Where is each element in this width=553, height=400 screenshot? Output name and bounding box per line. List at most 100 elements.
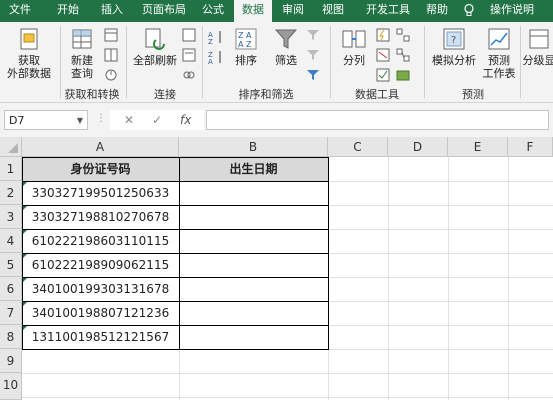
insert-function-icon[interactable]: fx: [180, 110, 191, 130]
recent-sources-icon[interactable]: [104, 68, 118, 82]
formula-bar: D7 ▼ ⋮ ✕ ✓ fx: [0, 103, 553, 137]
reapply-icon[interactable]: [306, 48, 320, 62]
table-cell-date[interactable]: [179, 181, 328, 205]
row-header-7[interactable]: 7: [0, 301, 22, 325]
table-cell-id[interactable]: 330327198810270678: [22, 205, 179, 229]
tab-formulas[interactable]: 公式: [196, 0, 230, 22]
sort-ascending-icon[interactable]: AZ: [208, 30, 226, 44]
show-queries-icon[interactable]: [104, 28, 118, 42]
column-header-f[interactable]: F: [508, 137, 553, 157]
name-box[interactable]: D7 ▼: [4, 110, 88, 130]
properties-icon[interactable]: [182, 48, 196, 62]
sort-descending-icon[interactable]: ZA: [208, 50, 226, 64]
edit-links-icon[interactable]: [182, 68, 196, 82]
column-header-a[interactable]: A: [22, 137, 179, 157]
table-divider: [22, 229, 329, 230]
table-divider: [22, 301, 329, 302]
tab-page-layout[interactable]: 页面布局: [136, 0, 192, 22]
id-value: 340100199303131678: [31, 282, 170, 296]
gridline: [328, 181, 553, 182]
id-value: 340100198807121236: [31, 306, 170, 320]
svg-text:A: A: [208, 58, 213, 64]
sort-button[interactable]: Z A A Z 排序: [228, 26, 264, 67]
row-header-8[interactable]: 8: [0, 325, 22, 349]
text-to-columns-button[interactable]: 分列: [334, 26, 374, 67]
row-header-1[interactable]: 1: [0, 157, 22, 181]
relationships-icon[interactable]: [396, 48, 410, 62]
connections-icon[interactable]: [182, 28, 196, 42]
table-cell-date[interactable]: [179, 325, 328, 349]
tab-review[interactable]: 审阅: [278, 0, 308, 22]
forecast-sheet-button[interactable]: 预测 工作表: [480, 26, 518, 80]
table-cell-date[interactable]: [179, 301, 328, 325]
row-header-5[interactable]: 5: [0, 253, 22, 277]
group-separator: [520, 26, 521, 98]
id-value: 610222198603110115: [31, 234, 170, 248]
table-cell-id[interactable]: 340100198807121236: [22, 301, 179, 325]
manage-data-model-icon[interactable]: [396, 68, 410, 82]
table-cell-id[interactable]: 131100198512121567: [22, 325, 179, 349]
chevron-down-icon[interactable]: ▼: [77, 111, 83, 131]
gridline: [328, 349, 553, 350]
tab-developer[interactable]: 开发工具: [360, 0, 416, 22]
table-cell-id[interactable]: 340100199303131678: [22, 277, 179, 301]
consolidate-icon[interactable]: [396, 28, 410, 42]
tab-insert[interactable]: 插入: [92, 0, 132, 22]
tab-view[interactable]: 视图: [318, 0, 348, 22]
table-cell-date[interactable]: [179, 253, 328, 277]
formula-input[interactable]: [206, 110, 549, 130]
row-header-10[interactable]: 10: [0, 373, 22, 400]
row-header-3[interactable]: 3: [0, 205, 22, 229]
splitter-dots-icon[interactable]: ⋮: [96, 113, 106, 124]
select-all-triangle-icon: [8, 143, 18, 153]
row-header-6[interactable]: 6: [0, 277, 22, 301]
enter-check-icon[interactable]: ✓: [152, 110, 162, 130]
data-validation-icon[interactable]: [376, 68, 390, 82]
column-header-e[interactable]: E: [448, 137, 508, 157]
table-cell-date[interactable]: [179, 229, 328, 253]
lightbulb-icon[interactable]: [462, 3, 476, 17]
group-label-sort-filter: 排序和筛选: [238, 88, 294, 101]
refresh-all-label: 全部刷新: [133, 54, 177, 67]
new-query-label-1: 新建: [71, 54, 93, 67]
refresh-all-button[interactable]: 全部刷新: [130, 26, 180, 67]
what-if-analysis-button[interactable]: ? 模拟分析: [428, 26, 480, 67]
tell-me-search[interactable]: 操作说明: [482, 0, 542, 22]
table-cell-id[interactable]: 610222198603110115: [22, 229, 179, 253]
spreadsheet-grid[interactable]: A B C D E F 1 2 3 4 5 6 7 8 9 10 身份证号码 出…: [0, 137, 553, 400]
database-doc-icon: [20, 28, 38, 50]
gridline: [328, 301, 553, 302]
clear-filter-icon[interactable]: [306, 28, 320, 42]
advanced-filter-icon[interactable]: [306, 68, 320, 82]
table-cell-date[interactable]: [179, 205, 328, 229]
column-header-c[interactable]: C: [328, 137, 388, 157]
remove-duplicates-icon[interactable]: [376, 48, 390, 62]
column-header-b[interactable]: B: [179, 137, 328, 157]
table-header-id-number[interactable]: 身份证号码: [22, 157, 179, 181]
new-query-button[interactable]: 新建 查询: [64, 26, 100, 80]
row-header-2[interactable]: 2: [0, 181, 22, 205]
id-value: 330327198810270678: [31, 210, 170, 224]
tab-file[interactable]: 文件: [0, 0, 40, 22]
table-cell-date[interactable]: [179, 277, 328, 301]
id-value: 330327199501250633: [31, 186, 170, 200]
table-divider: [22, 205, 329, 206]
select-all-corner[interactable]: [0, 137, 22, 157]
filter-button[interactable]: 筛选: [268, 26, 304, 67]
column-header-d[interactable]: D: [388, 137, 448, 157]
flash-fill-icon[interactable]: [376, 28, 390, 42]
table-cell-id[interactable]: 330327199501250633: [22, 181, 179, 205]
from-table-icon[interactable]: [104, 48, 118, 62]
gridline: [508, 157, 509, 400]
cancel-icon[interactable]: ✕: [124, 110, 134, 130]
table-cell-id[interactable]: 610222198909062115: [22, 253, 179, 277]
outline-button[interactable]: 分级显: [522, 26, 553, 67]
tab-help[interactable]: 帮助: [420, 0, 454, 22]
row-header-9[interactable]: 9: [0, 349, 22, 373]
get-external-data-button[interactable]: 获取 外部数据: [2, 26, 56, 80]
row-header-4[interactable]: 4: [0, 229, 22, 253]
tab-data[interactable]: 数据: [234, 0, 272, 22]
table-header-birth-date[interactable]: 出生日期: [179, 157, 328, 181]
tab-home[interactable]: 开始: [48, 0, 88, 22]
gridline: [328, 349, 329, 400]
